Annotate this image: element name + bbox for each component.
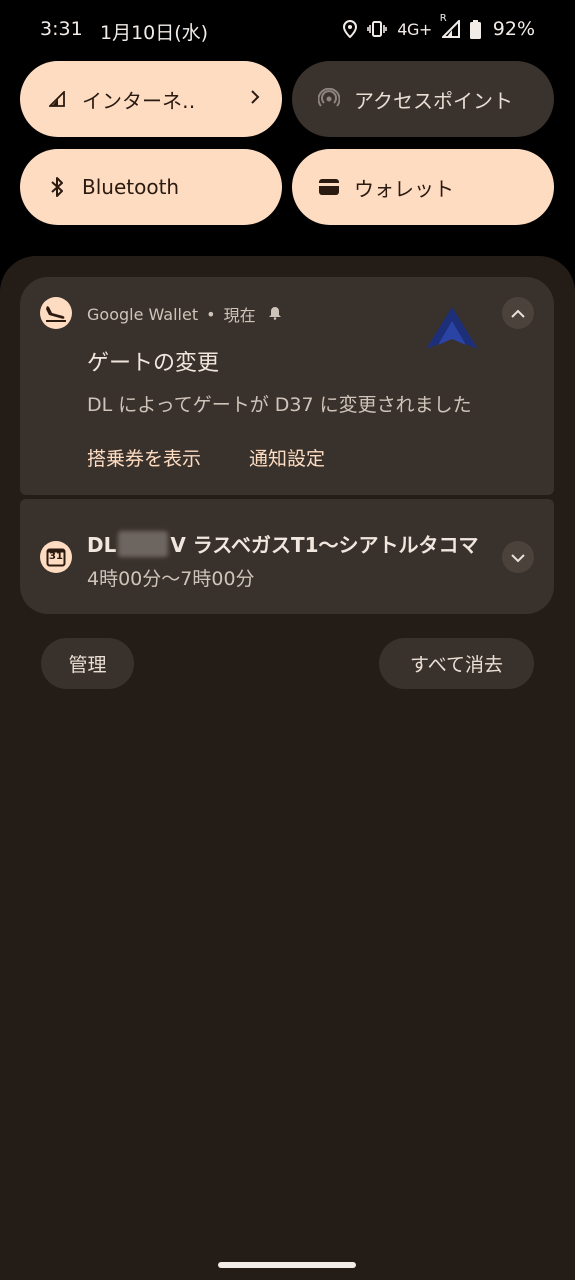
status-bar: 3:31 1月10日(水) 4G+ R 92% <box>0 0 575 60</box>
battery-percent: 92% <box>492 18 535 40</box>
battery-icon <box>469 19 481 39</box>
bluetooth-icon <box>46 176 68 198</box>
navigation-handle[interactable] <box>218 1262 356 1268</box>
status-time: 3:31 <box>40 18 83 40</box>
hotspot-icon <box>318 88 340 110</box>
tile-wallet-label: ウォレット <box>354 176 454 201</box>
expand-button[interactable] <box>502 541 534 573</box>
chevron-up-icon <box>510 304 526 323</box>
tile-internet-label: インターネ‥ <box>82 88 196 113</box>
header-separator: • <box>206 304 216 324</box>
view-boarding-pass-button[interactable]: 搭乗券を表示 <box>87 444 201 471</box>
network-type: 4G+ <box>397 19 432 39</box>
calendar-day: 31 <box>49 551 63 562</box>
manage-button[interactable]: 管理 <box>41 638 134 689</box>
notification-settings-button[interactable]: 通知設定 <box>249 444 325 471</box>
chevron-right-icon[interactable] <box>250 88 260 110</box>
tile-wallet[interactable]: ウォレット <box>292 149 554 225</box>
notification-app-name: Google Wallet <box>87 304 199 324</box>
tile-bluetooth-label: Bluetooth <box>82 175 180 199</box>
tile-bluetooth[interactable]: Bluetooth <box>20 149 282 225</box>
bell-icon <box>268 305 282 324</box>
event-title-prefix: DL <box>87 533 117 557</box>
collapse-button[interactable] <box>502 297 534 329</box>
notification-text: DL によってゲートが D37 に変更されました <box>87 394 472 416</box>
location-icon <box>343 20 358 38</box>
notification-header: Google Wallet • 現在 <box>87 302 282 326</box>
tile-hotspot-label: アクセスポイント <box>354 88 513 113</box>
clear-all-button[interactable]: すべて消去 <box>379 638 534 689</box>
signal-icon <box>46 88 68 110</box>
roaming-indicator: R <box>439 13 447 24</box>
delta-logo <box>426 307 478 355</box>
redacted-flight-number <box>118 531 169 557</box>
signal-icon: R <box>440 13 460 38</box>
notification-title: ゲートの変更 <box>87 351 220 376</box>
chevron-down-icon <box>510 548 526 567</box>
vibrate-icon <box>367 21 388 37</box>
airplane-landing-icon <box>40 297 72 329</box>
event-time: 4時00分〜7時00分 <box>87 568 255 590</box>
tile-hotspot[interactable]: アクセスポイント <box>292 61 554 137</box>
calendar-icon: 31 <box>40 541 72 573</box>
notification-time: 現在 <box>223 306 256 325</box>
event-title: DL V ラスベガスT1〜シアトルタコマ <box>87 529 479 558</box>
tile-internet[interactable]: インターネ‥ <box>20 61 282 137</box>
status-icons: 4G+ R 92% <box>343 13 535 40</box>
event-title-suffix: V ラスベガスT1〜シアトルタコマ <box>170 533 479 557</box>
wallet-icon <box>318 176 340 198</box>
status-date: 1月10日(水) <box>100 22 209 44</box>
